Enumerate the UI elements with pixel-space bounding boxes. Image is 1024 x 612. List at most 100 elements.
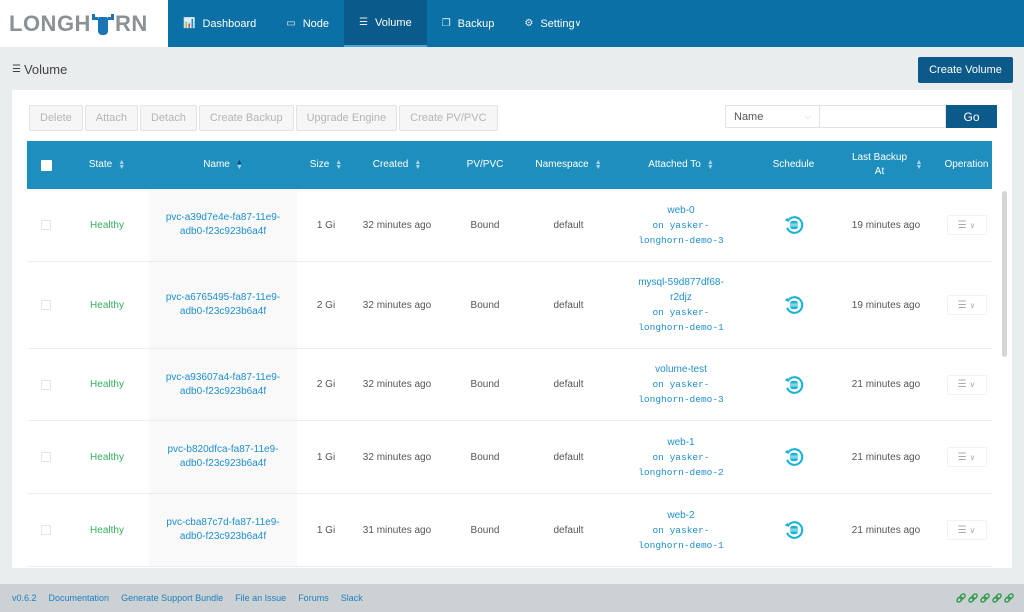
detach-button[interactable]: Detach: [139, 105, 197, 131]
volume-name-link[interactable]: pvc-b820dfca-fa87-11e9- adb0-f23c923b6a4f: [149, 421, 297, 493]
column-header-size[interactable]: Size ▲ ▼: [297, 158, 355, 172]
main-nav: 📊 Dashboard ▭ Node ☰ Volume ❐ Backup ⚙ Setting ∨: [168, 0, 596, 47]
create-volume-button[interactable]: Create Volume: [918, 57, 1013, 83]
search-field-value: Name: [734, 110, 764, 123]
nav-label: Setting: [540, 17, 575, 30]
host-node: longhorn-demo-3: [638, 234, 724, 246]
logo-text-right: RN: [114, 10, 148, 36]
gear-icon: ⚙: [524, 18, 534, 29]
schedule-button[interactable]: [756, 421, 831, 493]
operation-menu-button[interactable]: ☰ ∨: [946, 295, 987, 315]
link-status-icon: [980, 593, 990, 606]
footer-link-generate-support-bundle[interactable]: Generate Support Bundle: [121, 593, 223, 603]
nav-label: Backup: [457, 17, 495, 30]
attached-workload-link[interactable]: volume-test: [655, 362, 707, 377]
database-icon: ☰: [359, 17, 368, 28]
create-pv-pvc-button[interactable]: Create PV/PVC: [399, 105, 498, 131]
search-bar: Name ⌵ Go: [725, 105, 997, 128]
schedule-button[interactable]: [756, 189, 831, 261]
pvpvc-status: Bound: [470, 299, 500, 311]
page-title-text: Volume: [23, 62, 68, 77]
footer-link-file-an-issue[interactable]: File an Issue: [235, 593, 286, 603]
volume-name-link[interactable]: pvc-cba87c7d-fa87-11e9- adb0-f23c923b6a4f: [149, 494, 297, 566]
logo[interactable]: LONGH RN: [0, 0, 168, 47]
column-header-operation: Operation: [944, 159, 989, 170]
schedule-button[interactable]: [756, 349, 831, 420]
nav-item-dashboard[interactable]: 📊 Dashboard: [168, 0, 271, 47]
row-checkbox[interactable]: [41, 452, 51, 462]
attached-workload-link[interactable]: web-2: [667, 508, 694, 523]
size-value: 1 Gi: [316, 524, 336, 536]
row-checkbox[interactable]: [41, 379, 51, 390]
column-header-namespace[interactable]: Namespace ▲ ▼: [531, 158, 606, 172]
delete-button[interactable]: Delete: [29, 105, 83, 131]
state-badge: Healthy: [90, 219, 124, 231]
host-node: longhorn-demo-1: [638, 322, 724, 333]
logo-text-left: LONGH: [9, 10, 91, 36]
namespace-value: default: [553, 451, 584, 463]
upgrade-engine-button[interactable]: Upgrade Engine: [295, 105, 398, 131]
nav-item-setting[interactable]: ⚙ Setting ∨: [509, 0, 596, 47]
row-checkbox[interactable]: [41, 300, 51, 310]
column-header-attached-to[interactable]: Attached To ▲ ▼: [606, 158, 756, 172]
volume-name-link[interactable]: pvc-a6765495-fa87-11e9- adb0-f23c923b6a4f: [149, 262, 297, 348]
top-navbar: LONGH RN 📊 Dashboard ▭ Node ☰ Volume ❐ Backup ⚙ S…: [0, 0, 1024, 47]
footer-link-forums[interactable]: Forums: [298, 593, 329, 603]
row-checkbox[interactable]: [41, 525, 51, 535]
footer-link-slack[interactable]: Slack: [341, 593, 363, 603]
table-header: State ▲ ▼ Name ▲ ▼ Size ▲ ▼ Created ▲ ▼ PV/PVC N…: [27, 141, 992, 189]
state-badge: Healthy: [90, 524, 124, 536]
column-header-schedule: Schedule: [772, 159, 815, 170]
chevron-down-icon: ∨: [969, 300, 976, 310]
copy-icon: ❐: [441, 18, 451, 29]
footer-link-documentation[interactable]: Documentation: [49, 593, 110, 603]
volume-card: Delete Attach Detach Create Backup Upgrade E…: [12, 90, 1012, 568]
operation-menu-button[interactable]: ☰ ∨: [946, 447, 987, 467]
operation-menu-button[interactable]: ☰ ∨: [946, 374, 987, 395]
go-button[interactable]: Go: [946, 105, 997, 128]
table-row: Healthy pvc-a6765495-fa87-11e9- adb0-f23c…: [27, 262, 992, 349]
nav-item-backup[interactable]: ❐ Backup: [427, 0, 510, 47]
row-checkbox[interactable]: [41, 220, 51, 230]
host-node: longhorn-demo-3: [638, 394, 724, 405]
table-row: Healthy pvc-a39d7e4e-fa87-11e9- adb0-f23c…: [27, 189, 992, 262]
attached-workload-link[interactable]: web-1: [667, 435, 694, 450]
operation-menu-button[interactable]: ☰ ∨: [946, 215, 987, 235]
nav-label: Volume: [375, 16, 412, 29]
column-header-state[interactable]: State ▲ ▼: [65, 158, 149, 172]
operation-menu-button[interactable]: ☰ ∨: [946, 520, 987, 540]
last-backup-value: 19 minutes ago: [851, 219, 921, 231]
volume-name-link[interactable]: pvc-a93607a4-fa87-11e9- adb0-f23c923b6a4f: [149, 349, 297, 420]
schedule-button[interactable]: [756, 262, 831, 348]
table-row: Healthy pvc-a93607a4-fa87-11e9- adb0-f23c…: [27, 349, 992, 421]
select-all-checkbox[interactable]: [40, 159, 52, 171]
column-header-created[interactable]: Created ▲ ▼: [355, 158, 439, 172]
search-input[interactable]: [820, 105, 946, 128]
namespace-value: default: [553, 299, 584, 311]
create-backup-button[interactable]: Create Backup: [198, 105, 294, 131]
created-value: 32 minutes ago: [362, 219, 432, 231]
link-status-icon: [992, 593, 1002, 606]
schedule-button[interactable]: [756, 494, 831, 566]
nav-item-node[interactable]: ▭ Node: [271, 0, 344, 47]
sort-icon: ▲ ▼: [594, 159, 602, 171]
recurring-backup-icon: [784, 521, 803, 539]
table-row: Healthy pvc-cba87c7d-fa87-11e9- adb0-f23c…: [27, 494, 992, 567]
attached-workload-link[interactable]: mysql-59d877df68-r2djz: [636, 275, 726, 305]
table-scrollbar[interactable]: [1002, 191, 1007, 357]
attach-button[interactable]: Attach: [84, 105, 138, 131]
column-header-pvpvc: PV/PVC: [466, 159, 504, 170]
column-header-name[interactable]: Name ▲ ▼: [149, 158, 297, 172]
list-icon: ☰: [957, 299, 967, 311]
nav-item-volume[interactable]: ☰ Volume: [344, 0, 427, 47]
attached-workload-link[interactable]: web-0: [667, 203, 694, 218]
volume-name-link[interactable]: pvc-a39d7e4e-fa87-11e9- adb0-f23c923b6a4f: [149, 189, 297, 261]
sort-icon: ▲ ▼: [414, 159, 422, 171]
size-value: 2 Gi: [316, 379, 336, 390]
search-field-select[interactable]: Name ⌵: [725, 105, 820, 128]
attached-to: web-0 on yasker- longhorn-demo-3: [606, 189, 756, 261]
nav-label: Node: [302, 17, 330, 30]
column-header-last-backup[interactable]: Last Backup At ▲ ▼: [831, 151, 941, 179]
list-icon: ☰: [957, 451, 967, 463]
footer-link-v0-6-2[interactable]: v0.6.2: [12, 593, 37, 603]
